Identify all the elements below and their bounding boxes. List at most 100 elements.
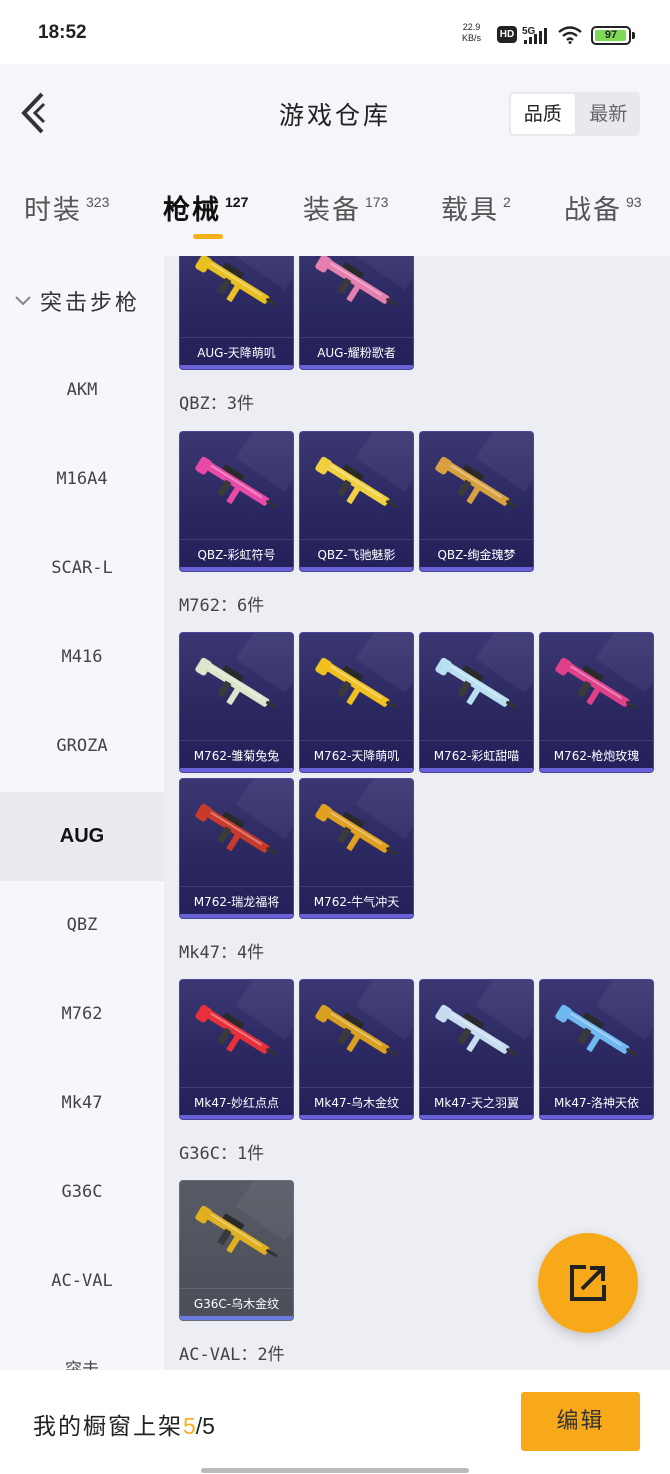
sidebar-item-next[interactable]: 突击	[0, 1326, 164, 1370]
rifle-shape	[226, 687, 241, 705]
skin-card[interactable]: M762-天降萌叽	[299, 632, 414, 773]
rifle-shape	[435, 456, 452, 475]
sort-toggle: 品质 最新	[509, 92, 640, 136]
tab-label: 战备	[564, 195, 622, 226]
sidebar-item-m416[interactable]: M416	[0, 613, 164, 702]
rifle-shape	[315, 456, 332, 475]
rifle-shape	[466, 486, 481, 504]
sidebar-group-assault-rifles[interactable]: 突击步枪	[0, 256, 164, 346]
sidebar-item-groza[interactable]: GROZA	[0, 702, 164, 791]
rifle-shape	[315, 1004, 332, 1023]
sidebar-item-scar-l[interactable]: SCAR-L	[0, 524, 164, 613]
rifle-icon	[195, 657, 278, 710]
rifle-shape	[346, 833, 361, 851]
skin-card[interactable]: QBZ-彩虹符号	[179, 431, 294, 572]
sort-newest-button[interactable]: 最新	[577, 92, 641, 136]
rifle-shape	[226, 1235, 241, 1253]
tab-count: 2	[503, 194, 511, 210]
category-tabs: 时装 323 枪械 127 装备 173 载具 2 战备 93	[0, 164, 670, 256]
share-icon	[570, 1265, 606, 1301]
home-indicator[interactable]	[201, 1468, 469, 1473]
rifle-shape	[226, 1034, 241, 1052]
battery-icon: 97	[591, 26, 635, 45]
sidebar-item-g36c[interactable]: G36C	[0, 1148, 164, 1237]
edit-button[interactable]: 编辑	[521, 1392, 640, 1451]
share-button[interactable]	[538, 1233, 638, 1333]
rarity-bar	[420, 768, 533, 772]
rifle-shape	[226, 284, 241, 302]
skin-name: AUG-天降萌叽	[180, 337, 293, 361]
rifle-shape	[265, 700, 278, 710]
showcase-total: /5	[195, 1413, 215, 1439]
skin-card[interactable]: Mk47-洛神天依	[539, 979, 654, 1120]
active-tab-indicator	[193, 234, 223, 239]
battery-tip	[632, 32, 635, 39]
skin-card[interactable]: M762-枪炮玫瑰	[539, 632, 654, 773]
skin-name: M762-天降萌叽	[300, 740, 413, 764]
skin-card[interactable]: M762-瑞龙福将	[179, 778, 294, 919]
rarity-bar	[420, 1115, 533, 1119]
sidebar-item-ac-val[interactable]: AC-VAL	[0, 1237, 164, 1326]
sidebar-item-aug[interactable]: AUG	[0, 792, 164, 881]
rifle-shape	[265, 297, 278, 307]
skin-card[interactable]: Mk47-乌木金纹	[299, 979, 414, 1120]
rifle-icon	[435, 657, 518, 710]
skin-name: AUG-耀粉歌者	[300, 337, 413, 361]
sidebar-item-m762[interactable]: M762	[0, 970, 164, 1059]
rifle-shape	[346, 284, 361, 302]
rarity-bar	[300, 768, 413, 772]
sidebar-item-qbz[interactable]: QBZ	[0, 881, 164, 970]
rifle-shape	[195, 803, 212, 822]
rifle-shape	[337, 1027, 352, 1045]
skin-card[interactable]: QBZ-飞驰魅影	[299, 431, 414, 572]
chevron-down-icon	[15, 296, 31, 306]
tab-label: 时装	[24, 195, 82, 226]
rifle-icon	[195, 1205, 278, 1258]
skin-card[interactable]: QBZ-绚金瑰梦	[419, 431, 534, 572]
skin-card[interactable]: Mk47-天之羽翼	[419, 979, 534, 1120]
tab-fashion[interactable]: 时装 323	[24, 188, 109, 227]
skin-card[interactable]: G36C-乌木金纹	[179, 1180, 294, 1321]
sidebar-item-mk47[interactable]: Mk47	[0, 1059, 164, 1148]
rifle-shape	[577, 680, 592, 698]
showcase-label: 我的橱窗上架	[33, 1414, 183, 1440]
rarity-bar	[180, 1316, 293, 1320]
skin-name: Mk47-天之羽翼	[420, 1087, 533, 1111]
rifle-shape	[337, 826, 352, 844]
rifle-icon	[315, 803, 398, 856]
rifle-shape	[265, 1248, 278, 1258]
hd-icon: HD	[497, 26, 517, 43]
rifle-icon	[315, 1004, 398, 1057]
rifle-shape	[385, 700, 398, 710]
rifle-shape	[226, 833, 241, 851]
skin-name: M762-牛气冲天	[300, 886, 413, 910]
rarity-bar	[180, 1115, 293, 1119]
showcase-status: 我的橱窗上架5/5	[33, 1407, 215, 1441]
sidebar-item-m16a4[interactable]: M16A4	[0, 435, 164, 524]
tab-firearms[interactable]: 枪械 127	[163, 188, 248, 227]
sidebar-item-akm[interactable]: AKM	[0, 346, 164, 435]
rifle-icon	[195, 1004, 278, 1057]
rifle-shape	[195, 1004, 212, 1023]
skin-card[interactable]: AUG-天降萌叽	[179, 256, 294, 370]
skin-card[interactable]: AUG-耀粉歌者	[299, 256, 414, 370]
skin-name: QBZ-彩虹符号	[180, 539, 293, 563]
tab-equipment[interactable]: 装备 173	[303, 188, 388, 227]
rifle-shape	[505, 1047, 518, 1057]
rifle-shape	[217, 826, 232, 844]
rifle-shape	[226, 486, 241, 504]
skin-card[interactable]: Mk47-妙红点点	[179, 979, 294, 1120]
skin-card[interactable]: M762-彩虹甜喵	[419, 632, 534, 773]
rifle-shape	[265, 846, 278, 856]
tab-vehicles[interactable]: 载具 2	[441, 188, 511, 227]
rifle-icon	[315, 456, 398, 509]
rifle-shape	[337, 277, 352, 295]
rifle-shape	[586, 687, 601, 705]
tab-supplies[interactable]: 战备 93	[564, 188, 642, 227]
skin-card[interactable]: M762-牛气冲天	[299, 778, 414, 919]
rifle-icon	[555, 657, 638, 710]
skin-name: QBZ-绚金瑰梦	[420, 539, 533, 563]
sort-quality-button[interactable]: 品质	[511, 94, 575, 134]
section-label-mk47: Mk47：4件	[179, 943, 265, 963]
skin-card[interactable]: M762-雏菊兔兔	[179, 632, 294, 773]
